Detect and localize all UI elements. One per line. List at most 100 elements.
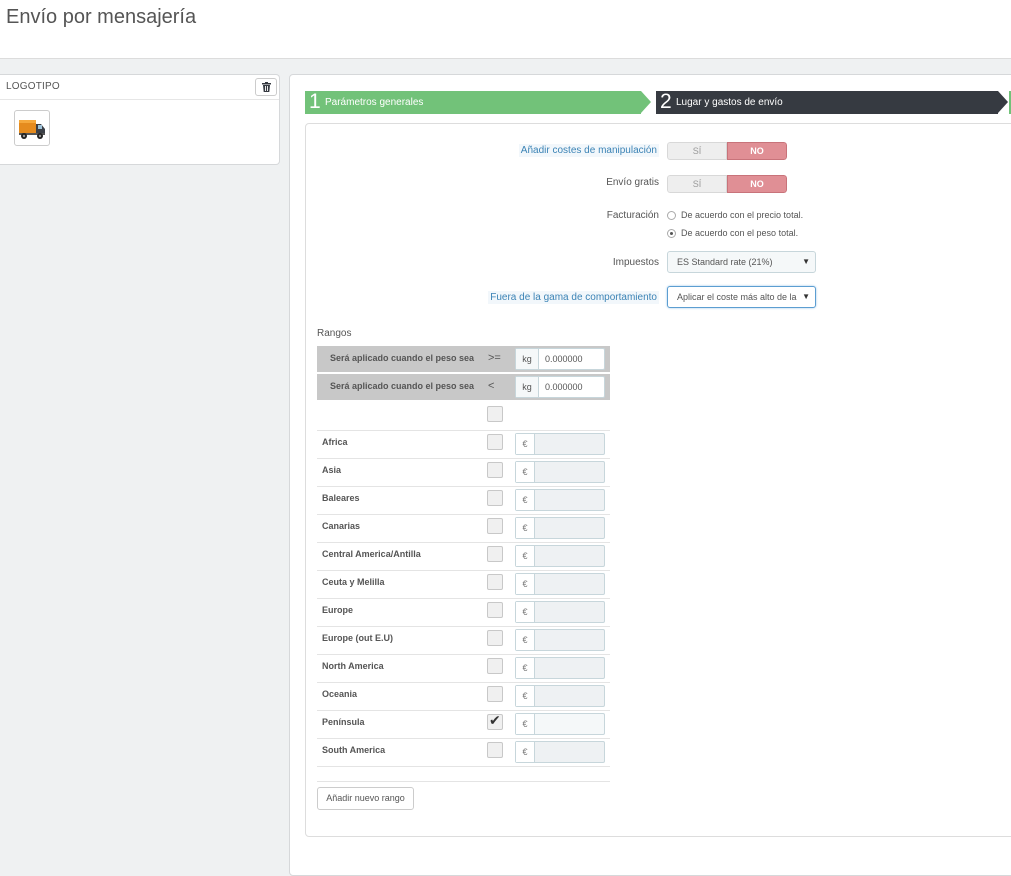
range-lower-input[interactable]: kg 0.000000 <box>515 348 605 370</box>
zone-price-input[interactable]: € <box>515 629 605 651</box>
logo-panel-header: LOGOTIPO <box>0 75 279 100</box>
carrier-logo-image[interactable] <box>14 110 50 146</box>
free-shipping-label: Envío gratis <box>606 177 659 188</box>
zone-name: Oceania <box>322 689 358 699</box>
zone-checkbox[interactable] <box>487 546 503 562</box>
range-value: 0.000000 <box>545 382 583 392</box>
zone-price-input[interactable]: € <box>515 545 605 567</box>
select-all-checkbox[interactable] <box>487 406 503 422</box>
tax-label: Impuestos <box>612 257 659 268</box>
range-condition-label: Será aplicado cuando el peso sea <box>330 353 475 363</box>
zone-row: South America € <box>317 738 610 767</box>
range-value: 0.000000 <box>545 354 583 364</box>
range-condition-label: Será aplicado cuando el peso sea <box>330 381 475 391</box>
zone-name: Canarias <box>322 521 361 531</box>
zone-row: Oceania € <box>317 682 610 711</box>
zone-name: Ceuta y Melilla <box>322 577 385 587</box>
zone-name: Africa <box>322 437 348 447</box>
divider <box>317 781 610 782</box>
step-arrow <box>641 91 651 113</box>
page-header: Envío por mensajería <box>0 0 1011 59</box>
zone-row: Africa € <box>317 430 610 459</box>
select-all-row <box>317 402 610 431</box>
trash-icon <box>262 82 271 92</box>
zone-row: Europe € <box>317 598 610 627</box>
zone-price-input[interactable]: € <box>515 433 605 455</box>
wizard-step-locations[interactable]: 2 Lugar y gastos de envío <box>656 90 998 114</box>
zone-checkbox[interactable] <box>487 434 503 450</box>
zone-name: Asia <box>322 465 342 475</box>
step-label: Parámetros generales <box>325 97 424 108</box>
switch-yes-option[interactable]: SÍ <box>667 142 727 160</box>
shipping-form: Añadir costes de manipulación SÍ NO Enví… <box>305 123 1011 837</box>
zone-row: North America € <box>317 654 610 683</box>
logo-panel: LOGOTIPO <box>0 74 280 165</box>
select-value: ES Standard rate (21%) <box>677 257 773 267</box>
handling-costs-label: Añadir costes de manipulación <box>518 144 659 157</box>
range-upper-input[interactable]: kg 0.000000 <box>515 376 605 398</box>
step-number: 2 <box>660 90 672 113</box>
zone-row: Europe (out E.U) € <box>317 626 610 655</box>
zone-price-input[interactable]: € <box>515 713 605 735</box>
caret-down-icon: ▼ <box>802 292 810 301</box>
currency-addon: € <box>516 518 535 538</box>
zone-name: Central America/Antilla <box>322 549 421 559</box>
zone-checkbox[interactable] <box>487 574 503 590</box>
range-operator: < <box>488 380 495 392</box>
zone-checkbox[interactable] <box>487 602 503 618</box>
switch-no-option[interactable]: NO <box>727 175 787 193</box>
zone-name: Península <box>322 717 365 727</box>
step-label: Lugar y gastos de envío <box>676 97 783 108</box>
zone-row: Ceuta y Melilla € <box>317 570 610 599</box>
zone-row: Baleares € <box>317 486 610 515</box>
zone-price-input[interactable]: € <box>515 489 605 511</box>
step-arrow <box>998 91 1008 113</box>
zone-price-input[interactable]: € <box>515 601 605 623</box>
free-shipping-switch[interactable]: SÍ NO <box>667 175 787 193</box>
zone-name: Europe (out E.U) <box>322 633 393 643</box>
caret-down-icon: ▼ <box>802 257 810 266</box>
zone-checkbox[interactable] <box>487 490 503 506</box>
zone-checkbox[interactable] <box>487 712 503 730</box>
currency-addon: € <box>516 630 535 650</box>
tax-select[interactable]: ES Standard rate (21%) ▼ <box>667 251 816 273</box>
zone-row: Central America/Antilla € <box>317 542 610 571</box>
zone-price-input[interactable]: € <box>515 573 605 595</box>
zone-checkbox[interactable] <box>487 630 503 646</box>
wizard-step-general[interactable]: 1 Parámetros generales <box>305 90 641 114</box>
billing-option-label: De acuerdo con el precio total. <box>681 210 804 220</box>
zone-checkbox[interactable] <box>487 462 503 478</box>
zone-name: Europe <box>322 605 354 615</box>
zone-row: Península € <box>317 710 610 739</box>
switch-yes-option[interactable]: SÍ <box>667 175 727 193</box>
out-of-range-label: Fuera de la gama de comportamiento <box>488 291 659 304</box>
zone-price-input[interactable]: € <box>515 517 605 539</box>
zone-checkbox[interactable] <box>487 742 503 758</box>
handling-costs-switch[interactable]: SÍ NO <box>667 142 787 160</box>
out-of-range-select[interactable]: Aplicar el coste más alto de la ▼ <box>667 286 816 308</box>
zone-checkbox[interactable] <box>487 658 503 674</box>
currency-addon: € <box>516 602 535 622</box>
currency-addon: € <box>516 434 535 454</box>
zone-price-input[interactable]: € <box>515 461 605 483</box>
zone-price-input[interactable]: € <box>515 657 605 679</box>
logo-panel-title: LOGOTIPO <box>6 81 60 92</box>
zone-name: Baleares <box>322 493 360 503</box>
billing-option-label: De acuerdo con el peso total. <box>681 228 799 238</box>
switch-no-option[interactable]: NO <box>727 142 787 160</box>
add-range-button[interactable]: Añadir nuevo rango <box>317 787 414 810</box>
unit-addon: kg <box>516 377 539 397</box>
zone-price-input[interactable]: € <box>515 685 605 707</box>
step-number: 1 <box>309 90 321 113</box>
delete-logo-button[interactable] <box>255 78 277 96</box>
range-lower-bound-row: Será aplicado cuando el peso sea >= kg 0… <box>317 346 610 372</box>
zone-row: Asia € <box>317 458 610 487</box>
radio-button[interactable] <box>667 211 676 220</box>
currency-addon: € <box>516 714 535 734</box>
zone-price-input[interactable]: € <box>515 741 605 763</box>
billing-label: Facturación <box>606 210 659 221</box>
zone-checkbox[interactable] <box>487 518 503 534</box>
radio-button[interactable] <box>667 229 676 238</box>
currency-addon: € <box>516 658 535 678</box>
zone-checkbox[interactable] <box>487 686 503 702</box>
